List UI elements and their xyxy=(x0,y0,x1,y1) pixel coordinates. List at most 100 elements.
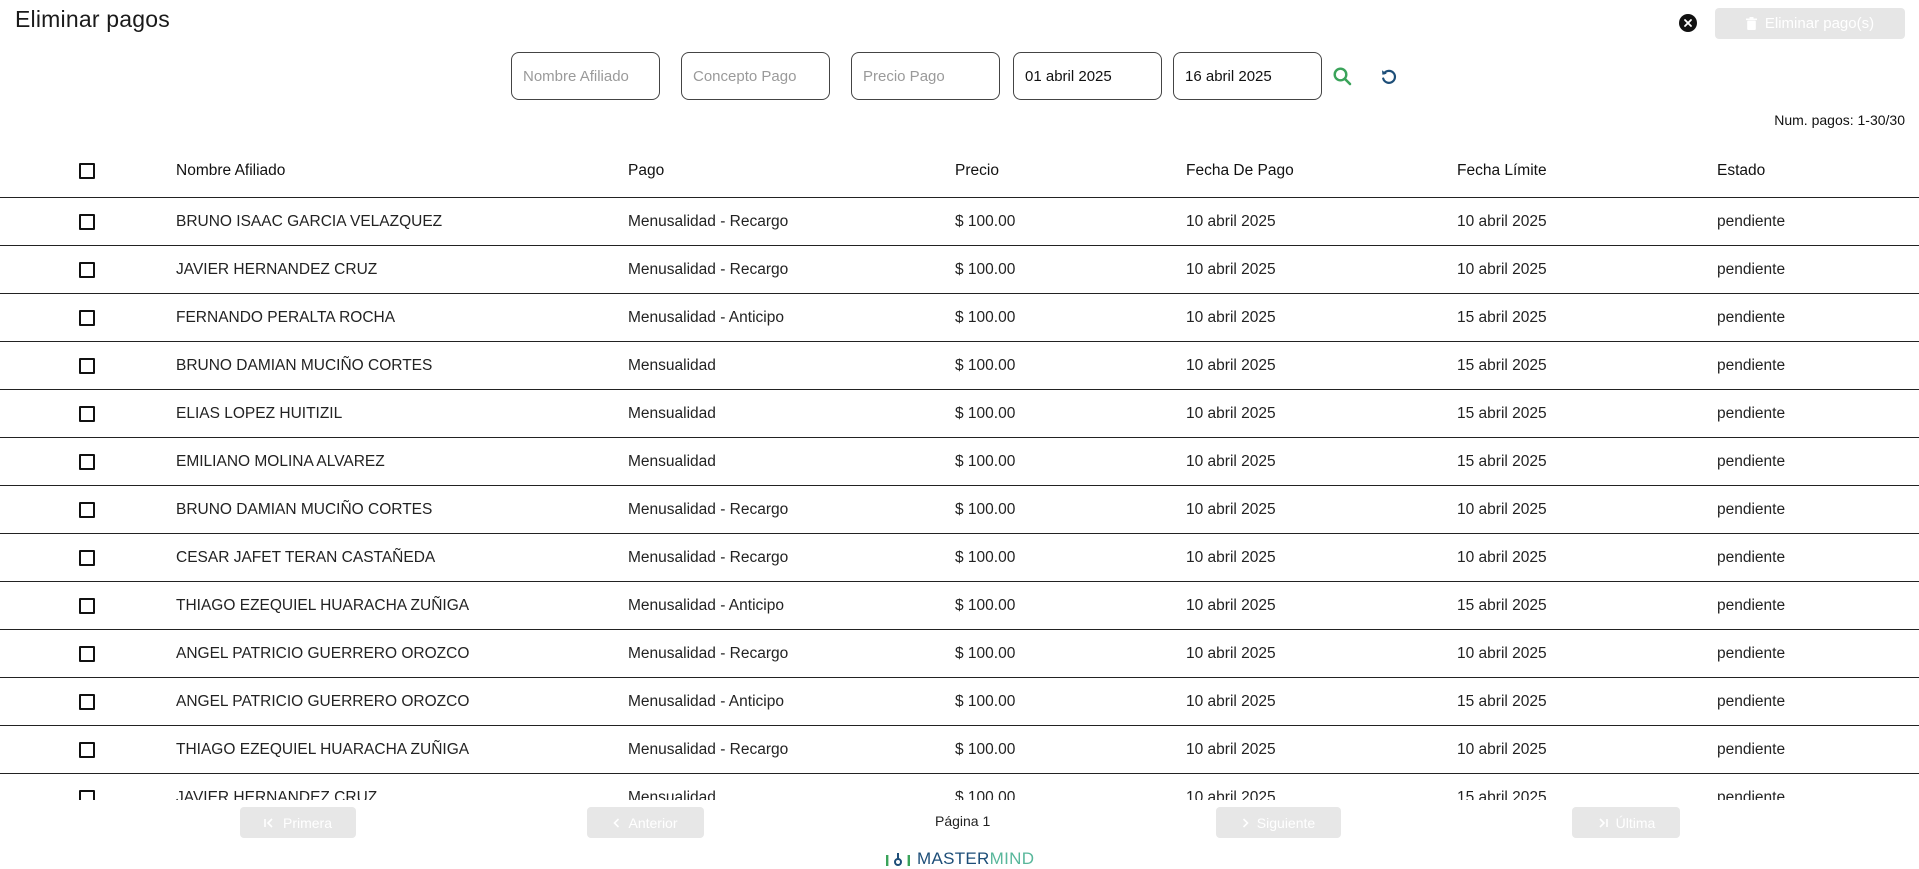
precio-pago-input[interactable] xyxy=(851,52,1000,100)
table-row[interactable]: EMILIANO MOLINA ALVAREZ Mensualidad $ 100.… xyxy=(0,437,1919,486)
cell-fecha-limite: 15 abril 2025 xyxy=(1457,581,1717,630)
column-header-pago[interactable]: Pago xyxy=(628,145,955,198)
table-row[interactable]: JAVIER HERNANDEZ CRUZ Mensualidad $ 100.00… xyxy=(0,773,1919,800)
table-row[interactable]: THIAGO EZEQUIEL HUARACHA ZUÑIGA Menusalid… xyxy=(0,581,1919,630)
cell-pago: Menusalidad - Recargo xyxy=(628,629,955,678)
cell-nombre-afiliado: ANGEL PATRICIO GUERRERO OROZCO xyxy=(176,629,628,678)
row-checkbox[interactable] xyxy=(79,405,95,422)
cell-fecha-pago: 10 abril 2025 xyxy=(1186,533,1457,582)
cell-fecha-limite: 10 abril 2025 xyxy=(1457,197,1717,246)
row-checkbox[interactable] xyxy=(79,357,95,374)
row-checkbox[interactable] xyxy=(79,645,95,662)
table-row[interactable]: BRUNO DAMIAN MUCIÑO CORTES Mensualidad $ 1… xyxy=(0,341,1919,390)
cell-fecha-limite: 15 abril 2025 xyxy=(1457,293,1717,342)
cell-pago: Menusalidad - Recargo xyxy=(628,725,955,774)
table-header-row: Nombre Afiliado Pago Precio Fecha De Pag… xyxy=(0,145,1919,198)
cell-fecha-pago: 10 abril 2025 xyxy=(1186,677,1457,726)
table-row[interactable]: BRUNO ISAAC GARCIA VELAZQUEZ Menusalidad … xyxy=(0,197,1919,246)
cell-estado: pendiente xyxy=(1717,389,1919,438)
cell-estado: pendiente xyxy=(1717,197,1919,246)
reset-filters-button[interactable] xyxy=(1379,67,1399,87)
table-row[interactable]: THIAGO EZEQUIEL HUARACHA ZUÑIGA Menusalid… xyxy=(0,725,1919,774)
column-header-precio[interactable]: Precio xyxy=(955,145,1186,198)
next-page-button[interactable]: Siguiente xyxy=(1216,807,1341,838)
afiliado-name-input[interactable] xyxy=(511,52,660,100)
row-checkbox[interactable] xyxy=(79,261,95,278)
close-button[interactable] xyxy=(1679,14,1697,32)
cell-nombre-afiliado: BRUNO DAMIAN MUCIÑO CORTES xyxy=(176,341,628,390)
row-select-cell xyxy=(0,197,176,246)
close-icon xyxy=(1684,19,1692,27)
first-page-icon xyxy=(264,817,273,828)
row-checkbox[interactable] xyxy=(79,693,95,710)
table-row[interactable]: BRUNO DAMIAN MUCIÑO CORTES Menusalidad - … xyxy=(0,485,1919,534)
row-checkbox[interactable] xyxy=(79,741,95,758)
row-select-cell xyxy=(0,389,176,438)
cell-precio: $ 100.00 xyxy=(955,437,1186,486)
row-select-cell xyxy=(0,533,176,582)
cell-nombre-afiliado: THIAGO EZEQUIEL HUARACHA ZUÑIGA xyxy=(176,581,628,630)
row-checkbox[interactable] xyxy=(79,213,95,230)
row-checkbox[interactable] xyxy=(79,501,95,518)
select-all-cell xyxy=(0,145,176,198)
table-row[interactable]: CESAR JAFET TERAN CASTAÑEDA Menusalidad -… xyxy=(0,533,1919,582)
table-row[interactable]: JAVIER HERNANDEZ CRUZ Menusalidad - Recar… xyxy=(0,245,1919,294)
row-select-cell xyxy=(0,581,176,630)
table-row[interactable]: FERNANDO PERALTA ROCHA Menusalidad - Anti… xyxy=(0,293,1919,342)
first-page-button[interactable]: Primera xyxy=(240,807,356,838)
column-header-estado[interactable]: Estado xyxy=(1717,145,1919,198)
cell-fecha-limite: 15 abril 2025 xyxy=(1457,437,1717,486)
cell-nombre-afiliado: EMILIANO MOLINA ALVAREZ xyxy=(176,437,628,486)
search-button[interactable] xyxy=(1332,66,1352,86)
cell-precio: $ 100.00 xyxy=(955,293,1186,342)
row-select-cell xyxy=(0,485,176,534)
column-header-nombre[interactable]: Nombre Afiliado xyxy=(176,145,628,198)
payments-table-container[interactable]: Nombre Afiliado Pago Precio Fecha De Pag… xyxy=(0,145,1919,800)
row-checkbox[interactable] xyxy=(79,789,95,800)
last-page-icon xyxy=(1599,817,1608,828)
next-page-label: Siguiente xyxy=(1256,814,1316,831)
row-select-cell xyxy=(0,629,176,678)
refresh-icon xyxy=(1382,69,1397,84)
last-page-label: Última xyxy=(1615,814,1656,831)
brand-logo: MASTERMIND xyxy=(885,849,1034,869)
cell-nombre-afiliado: FERNANDO PERALTA ROCHA xyxy=(176,293,628,342)
cell-fecha-pago: 10 abril 2025 xyxy=(1186,581,1457,630)
table-row[interactable]: ELIAS LOPEZ HUITIZIL Mensualidad $ 100.00 1… xyxy=(0,389,1919,438)
cell-pago: Mensualidad xyxy=(628,389,955,438)
start-date-input[interactable] xyxy=(1013,52,1162,100)
cell-fecha-limite: 15 abril 2025 xyxy=(1457,677,1717,726)
cell-estado: pendiente xyxy=(1717,485,1919,534)
cell-pago: Menusalidad - Recargo xyxy=(628,197,955,246)
cell-fecha-limite: 15 abril 2025 xyxy=(1457,341,1717,390)
table-row[interactable]: ANGEL PATRICIO GUERRERO OROZCO Menusalida… xyxy=(0,677,1919,726)
concepto-pago-input[interactable] xyxy=(681,52,830,100)
row-checkbox[interactable] xyxy=(79,453,95,470)
table-row[interactable]: ANGEL PATRICIO GUERRERO OROZCO Menusalida… xyxy=(0,629,1919,678)
last-page-button[interactable]: Última xyxy=(1572,807,1680,838)
column-header-fecha-pago[interactable]: Fecha De Pago xyxy=(1186,145,1457,198)
row-select-cell xyxy=(0,677,176,726)
cell-precio: $ 100.00 xyxy=(955,245,1186,294)
cell-nombre-afiliado: ELIAS LOPEZ HUITIZIL xyxy=(176,389,628,438)
column-header-fecha-limite[interactable]: Fecha Límite xyxy=(1457,145,1717,198)
row-checkbox[interactable] xyxy=(79,597,95,614)
chevron-left-icon xyxy=(613,817,620,828)
cell-fecha-limite: 10 abril 2025 xyxy=(1457,629,1717,678)
end-date-input[interactable] xyxy=(1173,52,1322,100)
cell-fecha-pago: 10 abril 2025 xyxy=(1186,293,1457,342)
page-title: Eliminar pagos xyxy=(15,6,170,32)
delete-payments-button[interactable]: Eliminar pago(s) xyxy=(1715,8,1905,39)
cell-estado: pendiente xyxy=(1717,629,1919,678)
row-select-cell xyxy=(0,773,176,800)
page-indicator: Página 1 xyxy=(935,813,991,829)
previous-page-button[interactable]: Anterior xyxy=(587,807,704,838)
cell-estado: pendiente xyxy=(1717,437,1919,486)
cell-pago: Mensualidad xyxy=(628,437,955,486)
row-checkbox[interactable] xyxy=(79,549,95,566)
cell-fecha-limite: 15 abril 2025 xyxy=(1457,389,1717,438)
select-all-checkbox[interactable] xyxy=(79,163,95,179)
cell-fecha-limite: 15 abril 2025 xyxy=(1457,773,1717,800)
previous-page-label: Anterior xyxy=(628,814,678,831)
row-checkbox[interactable] xyxy=(79,309,95,326)
